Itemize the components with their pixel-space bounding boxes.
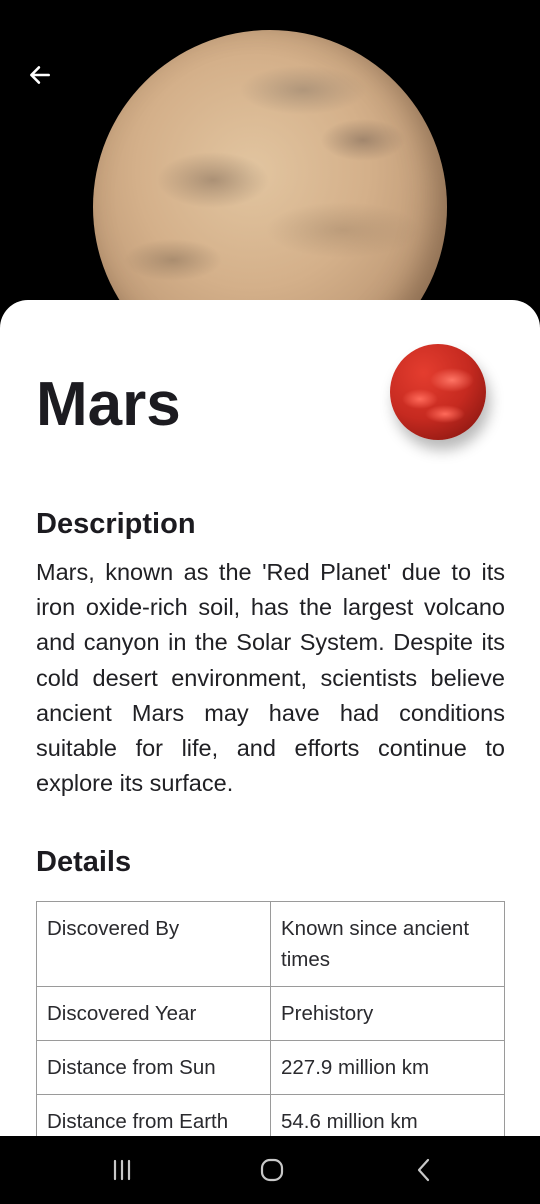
detail-value: Prehistory [270,986,505,1041]
table-row: Discovered Year Prehistory [36,986,505,1041]
recents-icon [113,1159,131,1181]
detail-value: 227.9 million km [270,1040,505,1095]
detail-value: 54.6 million km [270,1094,505,1136]
nav-back-button[interactable] [394,1150,454,1190]
description-heading: Description [36,508,196,540]
mars-photo [93,30,447,330]
table-row: Distance from Sun 227.9 million km [36,1040,505,1095]
detail-label: Discovered Year [36,986,271,1041]
details-table: Discovered By Known since ancient times … [36,901,505,1136]
home-icon [260,1158,284,1182]
planet-title: Mars [36,370,181,439]
detail-label: Discovered By [36,901,271,987]
details-heading: Details [36,846,132,878]
nav-home-button[interactable] [242,1150,302,1190]
planet-description: Mars, known as the 'Red Planet' due to i… [36,559,505,797]
title-row: Mars [36,370,181,440]
planet-hero [0,0,540,330]
nav-recents-button[interactable] [92,1150,152,1190]
detail-label: Distance from Earth [36,1094,271,1136]
detail-label: Distance from Sun [36,1040,271,1095]
table-row: Discovered By Known since ancient times [36,901,505,987]
planet-detail-sheet: Mars Description Mars, known as the 'Red… [0,300,540,1136]
system-navigation-bar [0,1136,540,1204]
table-row: Distance from Earth 54.6 million km [36,1094,505,1136]
back-button[interactable] [20,55,60,95]
chevron-left-icon [417,1158,430,1182]
detail-value: Known since ancient times [270,901,505,987]
arrow-left-icon [30,66,50,84]
planet-icon [390,344,486,440]
